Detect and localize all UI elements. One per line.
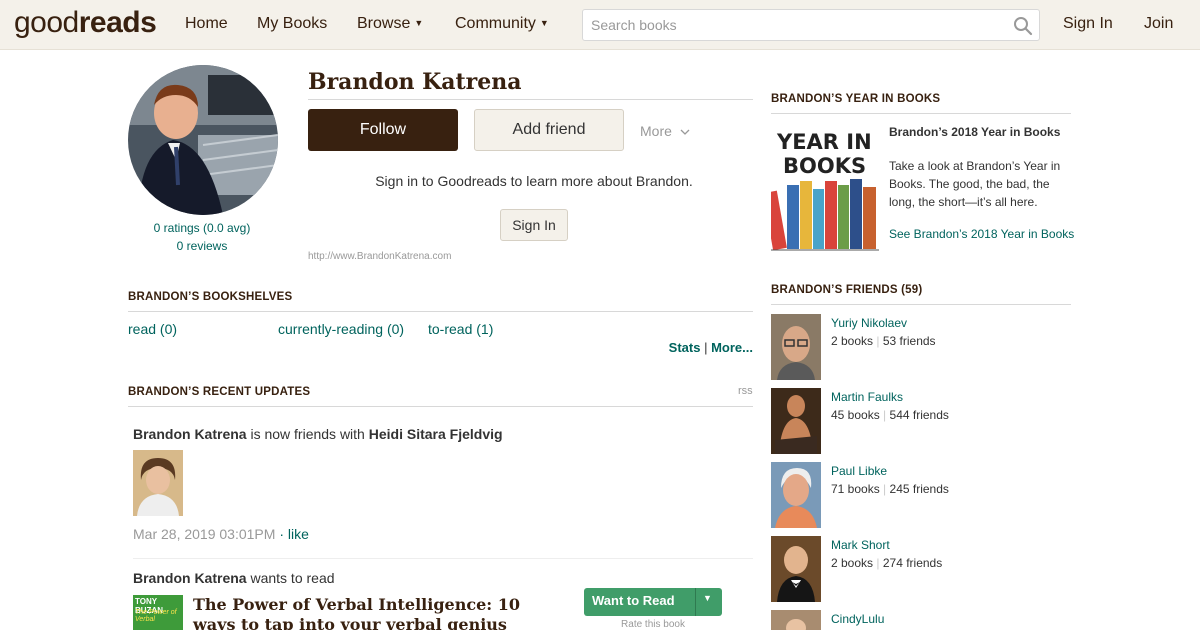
actor-link[interactable]: Brandon Katrena [133, 426, 247, 442]
want-to-read-button[interactable]: Want to Read ▼ [584, 588, 722, 616]
profile-name: Brandon Katrena [308, 69, 522, 95]
friend-name-link[interactable]: Yuriy Nikolaev [831, 316, 907, 330]
shelf-links: Stats | More... [669, 340, 753, 355]
signin-prompt: Sign in to Goodreads to learn more about… [375, 173, 693, 189]
join-link[interactable]: Join [1144, 15, 1173, 33]
goodreads-logo[interactable]: goodreads [14, 6, 157, 40]
sign-in-button[interactable]: Sign In [500, 209, 568, 241]
friend-stats: 45 books | 544 friends [831, 408, 949, 422]
friend-name-link[interactable]: Mark Short [831, 538, 890, 552]
friend-stats: 2 books | 53 friends [831, 334, 936, 348]
friend-books-link[interactable]: 71 books [831, 482, 880, 496]
divider [695, 588, 696, 616]
friends-heading[interactable]: BRANDON’S FRIENDS (59) [771, 284, 922, 296]
ratings-link[interactable]: 0 ratings (0.0 avg) [128, 221, 276, 235]
caret-down-icon: ▼ [414, 18, 424, 28]
caret-down-icon: ▼ [539, 18, 549, 28]
more-dropdown[interactable]: More [640, 123, 690, 139]
actor-link[interactable]: Brandon Katrena [133, 570, 247, 586]
friend-stats: 2 books | 274 friends [831, 556, 942, 570]
update-friend-text: Brandon Katrena is now friends with Heid… [133, 426, 503, 442]
sign-in-link[interactable]: Sign In [1063, 15, 1113, 33]
friend-avatar[interactable] [771, 462, 821, 528]
separator: | [876, 556, 880, 570]
friend-stats: 71 books | 245 friends [831, 482, 949, 496]
book-title-link[interactable]: The Power of Verbal Intelligence: 10 way… [193, 595, 523, 630]
year-in-books-heading[interactable]: BRANDON’S YEAR IN BOOKS [771, 93, 940, 105]
search-icon[interactable] [1013, 16, 1033, 36]
friend-link[interactable]: Heidi Sitara Fjeldvig [369, 426, 503, 442]
year-in-books-link[interactable]: See Brandon’s 2018 Year in Books [889, 227, 1074, 241]
divider [133, 558, 753, 559]
rate-this-book[interactable]: Rate this book [584, 619, 722, 630]
stats-link[interactable]: Stats [669, 340, 701, 355]
friend-books-link[interactable]: 2 books [831, 334, 873, 348]
divider [128, 311, 753, 312]
shelf-currently-reading[interactable]: currently-reading (0) [278, 321, 404, 337]
divider [128, 406, 753, 407]
year-in-books-description: Take a look at Brandon’s Year in Books. … [889, 159, 1061, 209]
nav-community[interactable]: Community ▼ [455, 15, 549, 33]
search-box [582, 9, 1040, 41]
friend-friends-link[interactable]: 245 friends [890, 482, 949, 496]
caret-down-icon[interactable]: ▼ [703, 593, 712, 603]
book-cover[interactable]: TONY BUZAN The Power of Verbal [133, 595, 183, 630]
add-friend-button[interactable]: Add friend [474, 109, 624, 151]
friend-name-link[interactable]: Martin Faulks [831, 390, 903, 404]
recent-updates-heading: BRANDON’S RECENT UPDATES [128, 386, 311, 398]
update-timestamp: Mar 28, 2019 03:01PM · like [133, 526, 309, 542]
friend-friends-link[interactable]: 53 friends [883, 334, 936, 348]
friend-thumbnail[interactable] [133, 450, 183, 516]
nav-home[interactable]: Home [185, 15, 228, 33]
friend-books-link[interactable]: 45 books [831, 408, 880, 422]
friend-avatar[interactable] [771, 610, 821, 630]
divider [771, 304, 1071, 305]
website-link[interactable]: http://www.BrandonKatrena.com [308, 251, 451, 262]
separator: | [876, 334, 880, 348]
friend-avatar[interactable] [771, 314, 821, 380]
more-shelves-link[interactable]: More... [711, 340, 753, 355]
reviews-link[interactable]: 0 reviews [128, 239, 276, 253]
divider [771, 113, 1071, 114]
site-header: goodreads Home My Books Browse ▼ Communit… [0, 0, 1200, 50]
friend-books-link[interactable]: 2 books [831, 556, 873, 570]
year-in-books-image[interactable]: YEAR IN BOOKS [763, 123, 879, 251]
separator: | [704, 340, 708, 355]
chevron-down-icon [680, 129, 690, 135]
like-link[interactable]: · like [279, 526, 309, 542]
update-wants-to-read-text: Brandon Katrena wants to read [133, 570, 335, 586]
follow-button[interactable]: Follow [308, 109, 458, 151]
friend-name-link[interactable]: Paul Libke [831, 464, 887, 478]
shelf-to-read[interactable]: to-read (1) [428, 321, 493, 337]
separator: | [883, 408, 887, 422]
friend-avatar[interactable] [771, 536, 821, 602]
shelf-read[interactable]: read (0) [128, 321, 177, 337]
svg-text:YEAR IN: YEAR IN [776, 130, 872, 154]
year-in-books-title: Brandon’s 2018 Year in Books [889, 125, 1061, 139]
friend-friends-link[interactable]: 274 friends [883, 556, 942, 570]
bookshelves-heading[interactable]: BRANDON’S BOOKSHELVES [128, 291, 292, 303]
rss-link[interactable]: rss [738, 385, 753, 397]
nav-browse[interactable]: Browse ▼ [357, 15, 423, 33]
profile-avatar [128, 65, 278, 215]
friend-name-link[interactable]: CindyLulu [831, 612, 884, 626]
nav-my-books[interactable]: My Books [257, 15, 327, 33]
separator: | [883, 482, 887, 496]
svg-text:BOOKS: BOOKS [783, 154, 866, 178]
friend-avatar[interactable] [771, 388, 821, 454]
divider [308, 99, 753, 100]
friend-friends-link[interactable]: 544 friends [890, 408, 949, 422]
search-input[interactable] [583, 10, 1003, 40]
